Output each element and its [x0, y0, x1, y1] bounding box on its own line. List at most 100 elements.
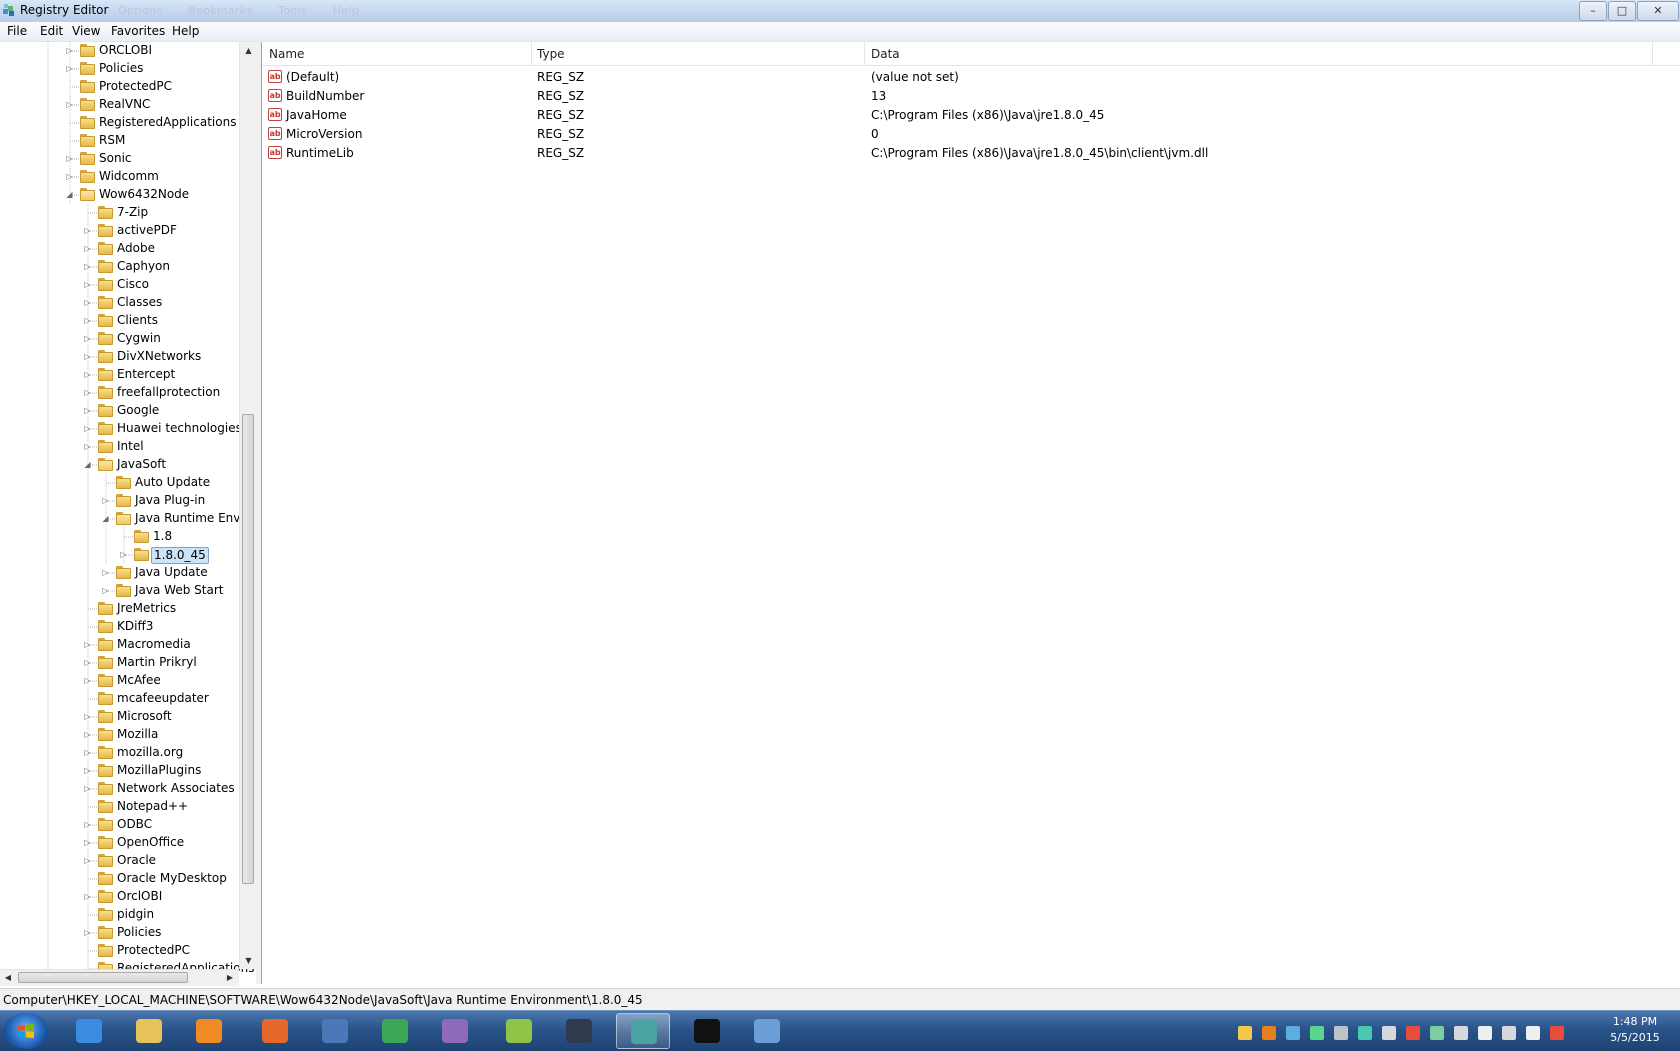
tree-node[interactable]: pidgin	[0, 906, 240, 924]
tray-sync-icon[interactable]	[1310, 1026, 1324, 1040]
taskbar-thunderbird-button[interactable]	[308, 1013, 362, 1049]
tree-node-label[interactable]: 7-Zip	[115, 205, 150, 220]
tree-node-label[interactable]: Cisco	[115, 277, 151, 292]
tree-node[interactable]: ◢ JavaSoft	[0, 456, 240, 474]
expand-arrow-icon[interactable]: ▷	[84, 658, 91, 667]
taskbar-media-player-button[interactable]	[182, 1013, 236, 1049]
tray-display-icon[interactable]	[1454, 1026, 1468, 1040]
tree-node[interactable]: Auto Update	[0, 474, 240, 492]
tree-node[interactable]: ▷ ORCLOBI	[0, 42, 240, 60]
tree-node[interactable]: ▷ Mozilla	[0, 726, 240, 744]
expand-arrow-icon[interactable]: ▷	[84, 676, 91, 685]
scroll-up-arrow-icon[interactable]: ▲	[240, 42, 257, 59]
column-divider[interactable]	[531, 42, 532, 65]
tree-node[interactable]: ▷ Microsoft	[0, 708, 240, 726]
expand-arrow-icon[interactable]: ▷	[66, 172, 73, 181]
expand-arrow-icon[interactable]: ▷	[84, 766, 91, 775]
maximize-button[interactable]: □	[1608, 1, 1636, 21]
tree-node[interactable]: mcafeeupdater	[0, 690, 240, 708]
tree-node-label[interactable]: Mozilla	[115, 727, 160, 742]
value-row[interactable]: ab BuildNumber REG_SZ 13	[262, 87, 1680, 106]
tree-node-label[interactable]: 1.8	[151, 529, 174, 544]
tree-node[interactable]: ▷ activePDF	[0, 222, 240, 240]
tree-node[interactable]: 7-Zip	[0, 204, 240, 222]
value-row[interactable]: ab JavaHome REG_SZ C:\Program Files (x86)\J…	[262, 106, 1680, 125]
tree-node-label[interactable]: JavaSoft	[115, 457, 168, 472]
tree-node[interactable]: ▷ Macromedia	[0, 636, 240, 654]
tree-node[interactable]: ▷ Martin Prikryl	[0, 654, 240, 672]
tree-node-label[interactable]: ProtectedPC	[97, 79, 174, 94]
tree-node-label[interactable]: Java Web Start	[133, 583, 225, 598]
menu-help[interactable]: Help	[172, 24, 199, 38]
tree-node[interactable]: ▷ Java Plug-in	[0, 492, 240, 510]
expand-arrow-icon[interactable]: ▷	[84, 640, 91, 649]
taskbar-firefox-button[interactable]	[248, 1013, 302, 1049]
tree-node-label[interactable]: Caphyon	[115, 259, 172, 274]
expand-arrow-icon[interactable]: ▷	[102, 496, 109, 505]
tree-node[interactable]: JreMetrics	[0, 600, 240, 618]
tree-node-label[interactable]: OpenOffice	[115, 835, 186, 850]
tree-node-label[interactable]: Intel	[115, 439, 146, 454]
expand-arrow-icon[interactable]: ▷	[84, 838, 91, 847]
expand-arrow-icon[interactable]: ▷	[102, 586, 109, 595]
tree-node[interactable]: ▷ Clients	[0, 312, 240, 330]
tree-node-label[interactable]: Huawei technologies	[115, 421, 244, 436]
tree-node[interactable]: ▷ Huawei technologies	[0, 420, 242, 438]
tree-node[interactable]: ▷ Google	[0, 402, 240, 420]
tree-horizontal-scrollbar[interactable]: ◀ ▶	[0, 969, 239, 986]
tree-node[interactable]: ▷ RealVNC	[0, 96, 240, 114]
expand-arrow-icon[interactable]: ▷	[84, 280, 91, 289]
clock[interactable]: 1:48 PM 5/5/2015	[1600, 1014, 1670, 1046]
menu-edit[interactable]: Edit	[40, 24, 63, 38]
tree-node-label[interactable]: Network Associates	[115, 781, 237, 796]
taskbar-pidgin-button[interactable]	[428, 1013, 482, 1049]
tree-node-label[interactable]: mozilla.org	[115, 745, 185, 760]
taskbar-internet-explorer-button[interactable]	[62, 1013, 116, 1049]
tree-node-label[interactable]: DivXNetworks	[115, 349, 203, 364]
taskbar-notepad-plus-plus-button[interactable]	[492, 1013, 546, 1049]
menu-favorites[interactable]: Favorites	[111, 24, 165, 38]
expand-arrow-icon[interactable]: ▷	[84, 388, 91, 397]
column-name-header[interactable]: Name	[269, 47, 304, 61]
tree-node[interactable]: Notepad++	[0, 798, 240, 816]
tree-node[interactable]: ▷ Classes	[0, 294, 240, 312]
tree-node[interactable]: 1.8	[0, 528, 240, 546]
expand-arrow-icon[interactable]: ▷	[84, 352, 91, 361]
tree-node[interactable]: ◢ Java Runtime Envir	[0, 510, 249, 528]
tree-node[interactable]: ▷ OpenOffice	[0, 834, 240, 852]
expand-arrow-icon[interactable]: ▷	[84, 892, 91, 901]
tree-node[interactable]: ▷ Entercept	[0, 366, 240, 384]
tree-node-label[interactable]: RegisteredApplications	[97, 115, 238, 130]
mcafee-icon[interactable]	[1406, 1026, 1420, 1040]
tree-vertical-scrollbar[interactable]: ▲ ▼	[239, 42, 257, 969]
tree-node-label[interactable]: Classes	[115, 295, 164, 310]
tree-node-label[interactable]: KDiff3	[115, 619, 155, 634]
tree-node[interactable]: ▷ Java Web Start	[0, 582, 240, 600]
tree-node-label[interactable]: McAfee	[115, 673, 163, 688]
collapse-arrow-icon[interactable]: ◢	[102, 514, 109, 523]
tree-node-label[interactable]: mcafeeupdater	[115, 691, 211, 706]
expand-arrow-icon[interactable]: ▷	[84, 784, 91, 793]
scroll-thumb[interactable]	[242, 414, 254, 884]
tree-node[interactable]: ▷ Caphyon	[0, 258, 240, 276]
tree-node-label[interactable]: Oracle	[115, 853, 158, 868]
expand-arrow-icon[interactable]: ▷	[84, 748, 91, 757]
tree-node[interactable]: ▷ Network Associates	[0, 780, 240, 798]
expand-arrow-icon[interactable]: ▷	[120, 550, 127, 559]
expand-arrow-icon[interactable]: ▷	[66, 46, 73, 55]
tree-node-label[interactable]: Policies	[97, 61, 145, 76]
tree-node-label[interactable]: ProtectedPC	[115, 943, 192, 958]
tray-app-icon[interactable]	[1238, 1026, 1252, 1040]
tree-node[interactable]: RSM	[0, 132, 240, 150]
tree-node[interactable]: ▷ Policies	[0, 924, 240, 942]
expand-arrow-icon[interactable]: ▷	[84, 370, 91, 379]
column-type-header[interactable]: Type	[537, 47, 565, 61]
tray-usb-icon[interactable]	[1502, 1026, 1516, 1040]
tree-node[interactable]: ▷ Adobe	[0, 240, 240, 258]
tree-node-label[interactable]: Cygwin	[115, 331, 163, 346]
tree-node[interactable]: ▷ DivXNetworks	[0, 348, 240, 366]
tree-node-label[interactable]: Notepad++	[115, 799, 190, 814]
tree-node-label[interactable]: 1.8.0_45	[151, 547, 209, 564]
tree-node[interactable]: RegisteredApplications	[0, 114, 240, 132]
taskbar-registry-editor-button[interactable]	[616, 1013, 670, 1049]
